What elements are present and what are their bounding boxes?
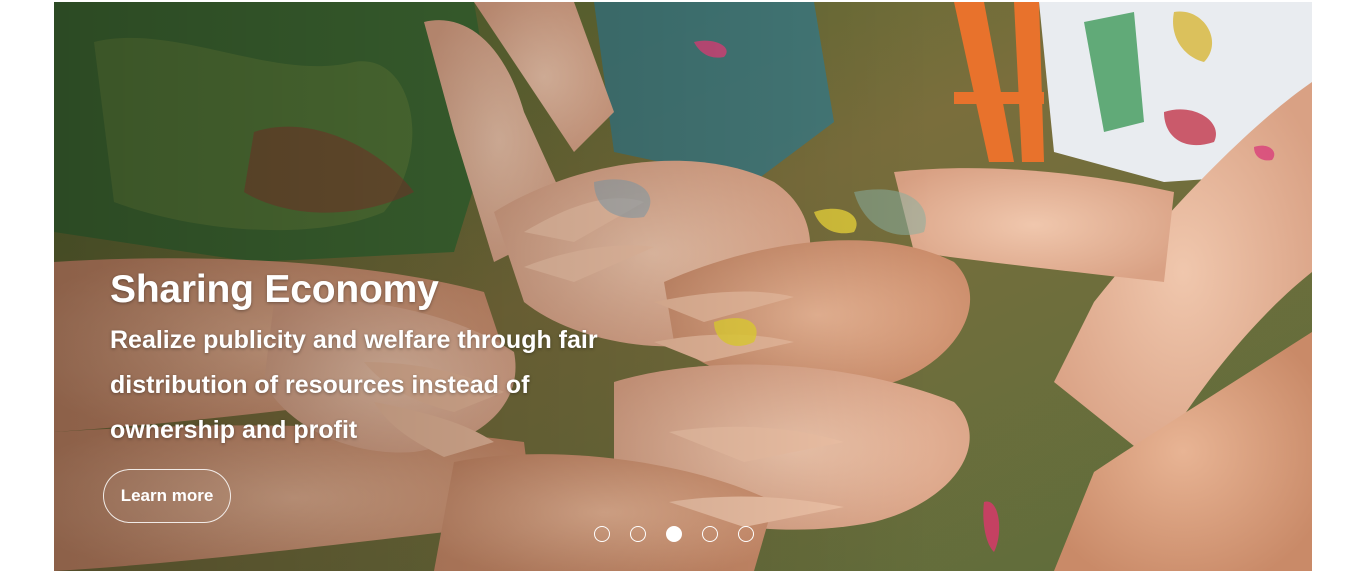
carousel-dot-3-active[interactable] <box>666 526 682 542</box>
hero-banner: Sharing Economy Realize publicity and we… <box>54 2 1312 571</box>
page: Sharing Economy Realize publicity and we… <box>0 0 1366 571</box>
hero-description: Realize publicity and welfare through fa… <box>110 326 598 444</box>
carousel-dot-1[interactable] <box>594 526 610 542</box>
carousel-dot-2[interactable] <box>630 526 646 542</box>
carousel-indicators <box>594 526 754 544</box>
hero-title: Sharing Economy <box>110 268 439 311</box>
carousel-dot-4[interactable] <box>702 526 718 542</box>
learn-more-button[interactable]: Learn more <box>103 469 231 523</box>
carousel-dot-5[interactable] <box>738 526 754 542</box>
